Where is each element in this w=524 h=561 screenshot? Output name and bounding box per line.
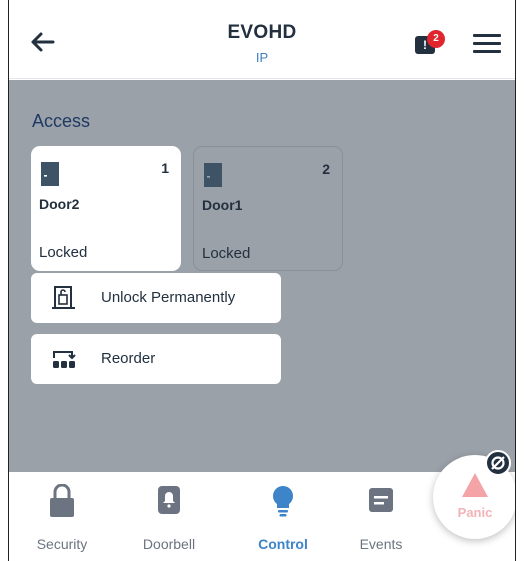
- nav-item-security[interactable]: Security: [22, 484, 102, 556]
- door-icon: [204, 163, 222, 187]
- door-status: Locked: [202, 245, 251, 262]
- notification-count-badge: 2: [427, 30, 445, 48]
- unlock-permanently-button[interactable]: Unlock Permanently: [31, 273, 281, 323]
- control-panel: Access 1 Door2 Locked 2 Door1 Locked Unl…: [9, 80, 515, 472]
- warning-triangle-icon: [462, 473, 488, 497]
- lock-icon: [50, 484, 74, 517]
- panic-label: Panic: [457, 505, 493, 520]
- nav-label: Control: [258, 536, 308, 552]
- events-icon: [369, 488, 393, 512]
- top-bar: EVOHD IP ! 2: [9, 0, 515, 79]
- no-signal-icon: [491, 456, 505, 470]
- section-title: Access: [32, 111, 91, 131]
- door-number: 2: [322, 161, 330, 177]
- reorder-label: Reorder: [101, 350, 156, 367]
- app-frame: EVOHD IP ! 2 Access 1 Door2 Locked 2 Doo…: [8, 0, 516, 561]
- door-name: Door1: [202, 197, 243, 213]
- menu-icon: [473, 34, 501, 37]
- door-status: Locked: [39, 244, 88, 261]
- hamburger-menu-button[interactable]: [473, 34, 501, 54]
- nav-label: Events: [359, 536, 403, 552]
- nav-label: Security: [36, 536, 88, 552]
- nav-item-events[interactable]: Events: [341, 484, 421, 556]
- unlock-permanently-label: Unlock Permanently: [101, 289, 236, 306]
- nav-item-control[interactable]: Control: [243, 484, 323, 556]
- doorbell-icon: [158, 486, 180, 514]
- panic-disabled-badge: [485, 450, 511, 476]
- door-icon: [41, 162, 59, 186]
- door-number: 1: [161, 160, 169, 176]
- unlock-door-icon: [52, 286, 75, 309]
- nav-item-doorbell[interactable]: Doorbell: [129, 484, 209, 556]
- reorder-button[interactable]: Reorder: [31, 334, 281, 384]
- door-name: Door2: [39, 196, 80, 212]
- door-card-door1[interactable]: 2 Door1 Locked: [193, 146, 343, 271]
- notifications-button[interactable]: ! 2: [415, 30, 449, 60]
- lightbulb-icon: [273, 486, 293, 517]
- door-card-door2[interactable]: 1 Door2 Locked: [31, 146, 181, 271]
- reorder-icon: [53, 351, 76, 368]
- nav-label: Doorbell: [142, 536, 196, 552]
